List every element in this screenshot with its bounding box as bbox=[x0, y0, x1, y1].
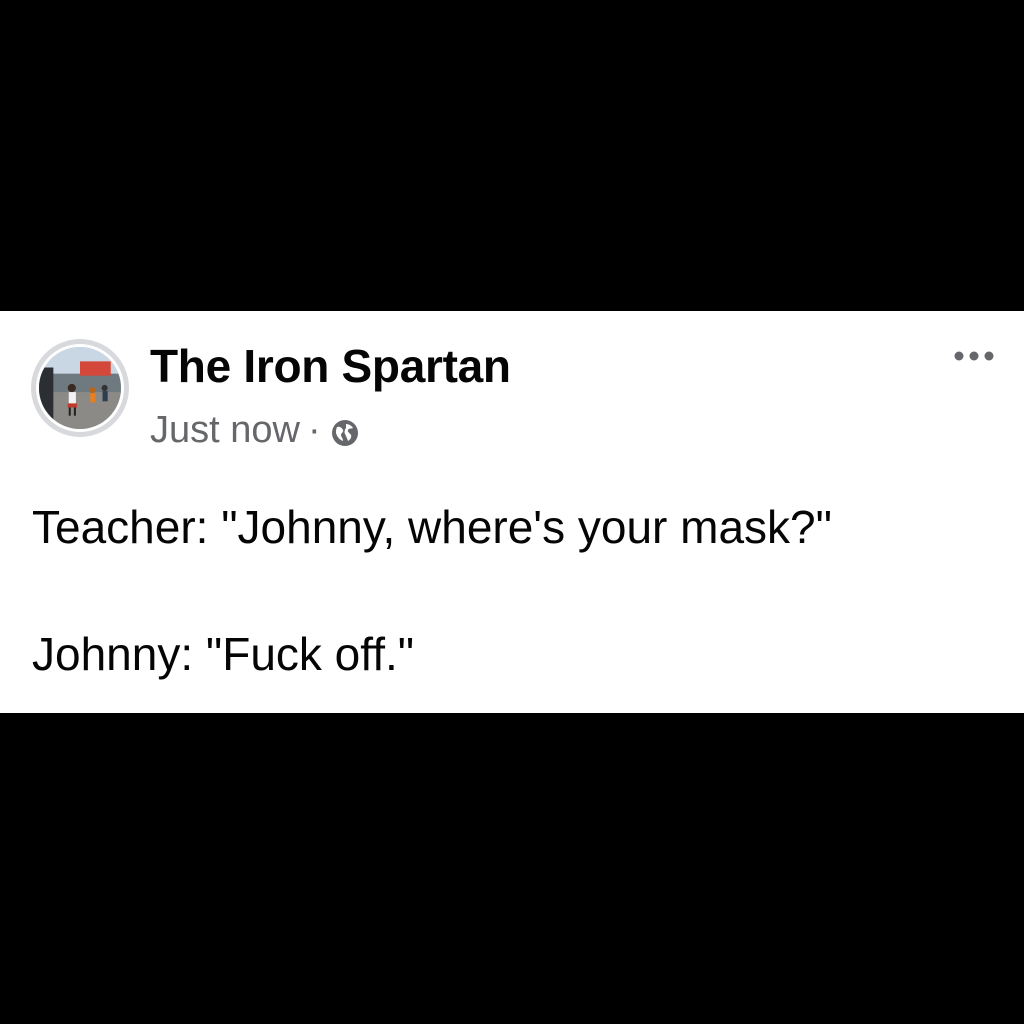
post-meta: Just now · bbox=[150, 411, 359, 449]
meta-separator: · bbox=[307, 409, 321, 451]
avatar-image bbox=[36, 344, 124, 432]
avatar[interactable] bbox=[31, 339, 129, 437]
more-options-icon[interactable] bbox=[950, 341, 998, 371]
post-card: The Iron Spartan Just now · Teacher: "Jo… bbox=[0, 311, 1024, 713]
globe-icon[interactable] bbox=[331, 416, 359, 446]
post-timestamp[interactable]: Just now bbox=[150, 411, 300, 449]
post-text-line-2: Johnny: "Fuck off." bbox=[32, 628, 415, 680]
post-text-line-1: Teacher: "Johnny, where's your mask?" bbox=[32, 501, 832, 553]
author-name[interactable]: The Iron Spartan bbox=[150, 343, 511, 389]
